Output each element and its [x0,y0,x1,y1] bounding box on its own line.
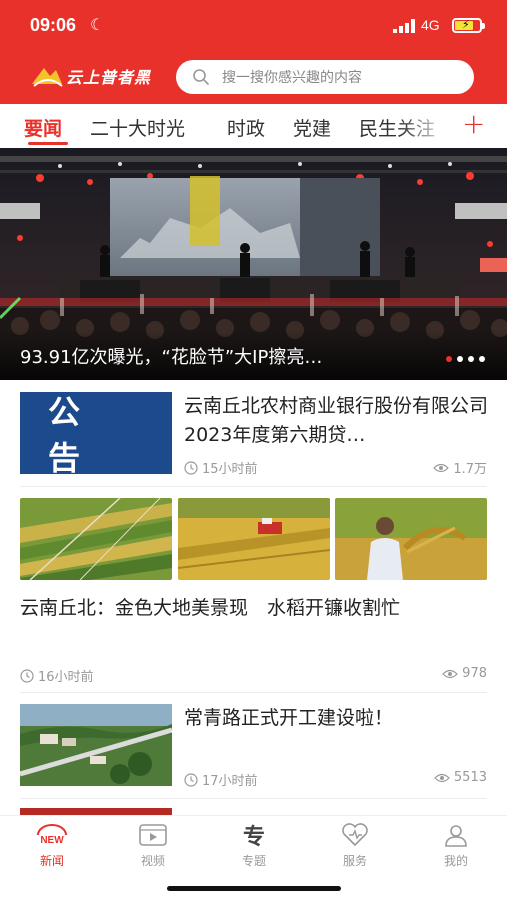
divider [20,692,487,693]
logo-mark-icon [32,68,63,87]
clock-icon [20,668,34,683]
farmer-harvest-image [335,498,487,580]
carousel-dot[interactable] [479,356,485,362]
tab-party-building[interactable]: 党建 [293,114,331,141]
article-views-count: 978 [462,666,487,681]
carousel-dot[interactable] [468,356,474,362]
nav-topics[interactable]: 专 专题 [219,822,289,869]
nav-service[interactable]: 服务 [320,822,390,869]
video-icon [118,822,188,848]
divider [20,486,487,487]
eye-icon [434,773,450,782]
article-time: 16小时前 [20,666,94,685]
nav-news[interactable]: NEW 新闻 [17,822,87,869]
service-heart-icon [320,822,390,848]
nav-service-label: 服务 [342,854,367,868]
article-views: 1.7万 [433,458,487,477]
add-channel-icon[interactable]: + [462,110,485,138]
clock-icon [184,772,198,787]
rice-field-aerial-image [20,498,172,580]
notice-thumb-text: 公 告 [48,393,109,477]
article-views: 978 [442,666,487,681]
carousel-indicator [446,356,485,362]
search-placeholder: 搜一搜你感兴趣的内容 [222,70,362,86]
nav-topics-label: 专题 [241,854,266,868]
news-new-icon: NEW [17,822,87,848]
road-construction-aerial-image [20,704,172,786]
app-logo[interactable]: 云上普者黑 [30,60,151,92]
nav-news-label: 新闻 [39,854,64,868]
article-views-count: 5513 [453,770,487,785]
carousel-dot[interactable] [446,356,452,362]
article-title[interactable]: 云南丘北农村商业银行股份有限公司2023年度第六期贷… [184,392,488,450]
article-time: 15小时前 [184,458,258,477]
channel-tabs: 要闻 二十大时光 时政 党建 民生关注 + [0,104,507,148]
logo-text: 云上普者黑 [66,68,152,87]
status-bar: 09:06 ☾ 4G ⚡ [0,0,507,52]
article-views: 5513 [434,770,487,785]
home-indicator [167,886,341,891]
eye-icon [433,463,450,472]
svg-text:NEW: NEW [40,835,64,846]
article-image[interactable] [178,498,330,580]
network-type: 4G [421,17,440,33]
article-image[interactable] [335,498,487,580]
article-views-count: 1.7万 [453,462,487,477]
article-time-text: 16小时前 [38,670,94,685]
article-time-text: 17小时前 [202,774,258,789]
hero-carousel[interactable]: 93.91亿次曝光，“花脸节”大IP擦亮… [0,148,507,380]
user-icon [421,822,491,848]
app-header: 09:06 ☾ 4G ⚡ 云上普者黑 搜一搜你感兴趣的内容 [0,0,507,104]
do-not-disturb-icon: ☾ [90,15,105,34]
hero-caption[interactable]: 93.91亿次曝光，“花脸节”大IP擦亮… [20,343,430,369]
article-title[interactable]: 云南丘北：金色大地美景现 水稻开镰收割忙 [20,594,487,623]
battery-icon: ⚡ [452,18,485,33]
nav-video[interactable]: 视频 [118,822,188,869]
article-time: 17小时前 [184,770,258,789]
active-tab-indicator [28,142,68,145]
article-thumbnail[interactable] [20,704,172,786]
status-time: 09:06 [30,15,77,35]
search-icon [193,69,209,85]
article-title[interactable]: 常青路正式开工建设啦！ [184,704,488,733]
harvester-field-image [178,498,330,580]
nav-profile[interactable]: 我的 [421,822,491,869]
tab-twentieth-congress[interactable]: 二十大时光 [90,114,185,141]
search-bar[interactable]: 搜一搜你感兴趣的内容 [176,60,474,94]
divider [20,798,487,799]
topic-icon: 专 [242,824,265,850]
tab-politics[interactable]: 时政 [227,114,265,141]
eye-icon [442,669,459,678]
nav-profile-label: 我的 [443,854,468,868]
nav-video-label: 视频 [140,854,165,868]
article-time-text: 15小时前 [202,462,258,477]
article-thumbnail-notice[interactable]: 公 告 [20,392,172,477]
signal-icon [393,19,415,33]
tab-headlines[interactable]: 要闻 [24,114,62,141]
clock-icon [184,460,198,475]
carousel-dot[interactable] [457,356,463,362]
article-image[interactable] [20,498,172,580]
